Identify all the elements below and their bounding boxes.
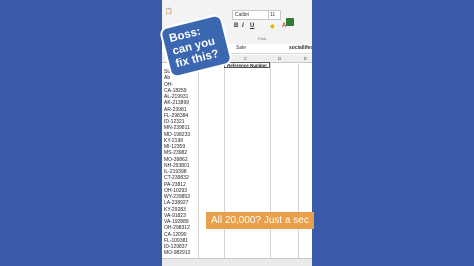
grid-line xyxy=(198,62,199,266)
font-color-icon[interactable]: A xyxy=(282,23,286,29)
formula-right-text: sociallifeofexcel xyxy=(289,45,312,51)
table-row[interactable]: OH-298312 xyxy=(164,225,194,231)
fill-color-icon[interactable]: ◆ xyxy=(270,23,275,30)
font-group-label: Font xyxy=(258,36,267,41)
bold-button[interactable]: B xyxy=(234,23,238,29)
italic-button[interactable]: I xyxy=(242,23,244,29)
grid-line xyxy=(224,62,225,266)
excel-icon xyxy=(286,18,294,26)
reference-number-header[interactable]: Reference Number xyxy=(224,62,270,68)
sheet-tabs[interactable] xyxy=(162,258,312,266)
cell-grid: Reference Number Sta Ab OH- CA-18259 AL-2199… xyxy=(162,62,312,266)
table-row[interactable]: MD-198233 xyxy=(164,132,194,138)
underline-button[interactable]: U xyxy=(250,23,254,29)
column-header-c[interactable]: C xyxy=(244,55,247,62)
column-header-e[interactable]: E xyxy=(304,55,307,62)
state-column: Sta Ab OH- CA-18259 AL-219931 AK-213899 AR-239… xyxy=(164,69,194,257)
grid-line xyxy=(298,62,299,266)
table-row[interactable]: MO-982912 xyxy=(164,250,194,256)
grid-line xyxy=(270,62,271,266)
column-header-d[interactable]: D xyxy=(278,55,281,62)
formula-input[interactable]: Sale xyxy=(236,44,246,53)
font-size-select[interactable]: 11 xyxy=(268,10,281,20)
font-name-select[interactable]: Calibri xyxy=(232,10,270,20)
caption-banner: All 20,000? Just a sec xyxy=(206,212,314,229)
table-row[interactable]: MN-239811 xyxy=(164,125,194,131)
right-background xyxy=(312,0,474,266)
paste-icon[interactable]: 📋 xyxy=(165,8,172,15)
left-background xyxy=(0,0,162,266)
